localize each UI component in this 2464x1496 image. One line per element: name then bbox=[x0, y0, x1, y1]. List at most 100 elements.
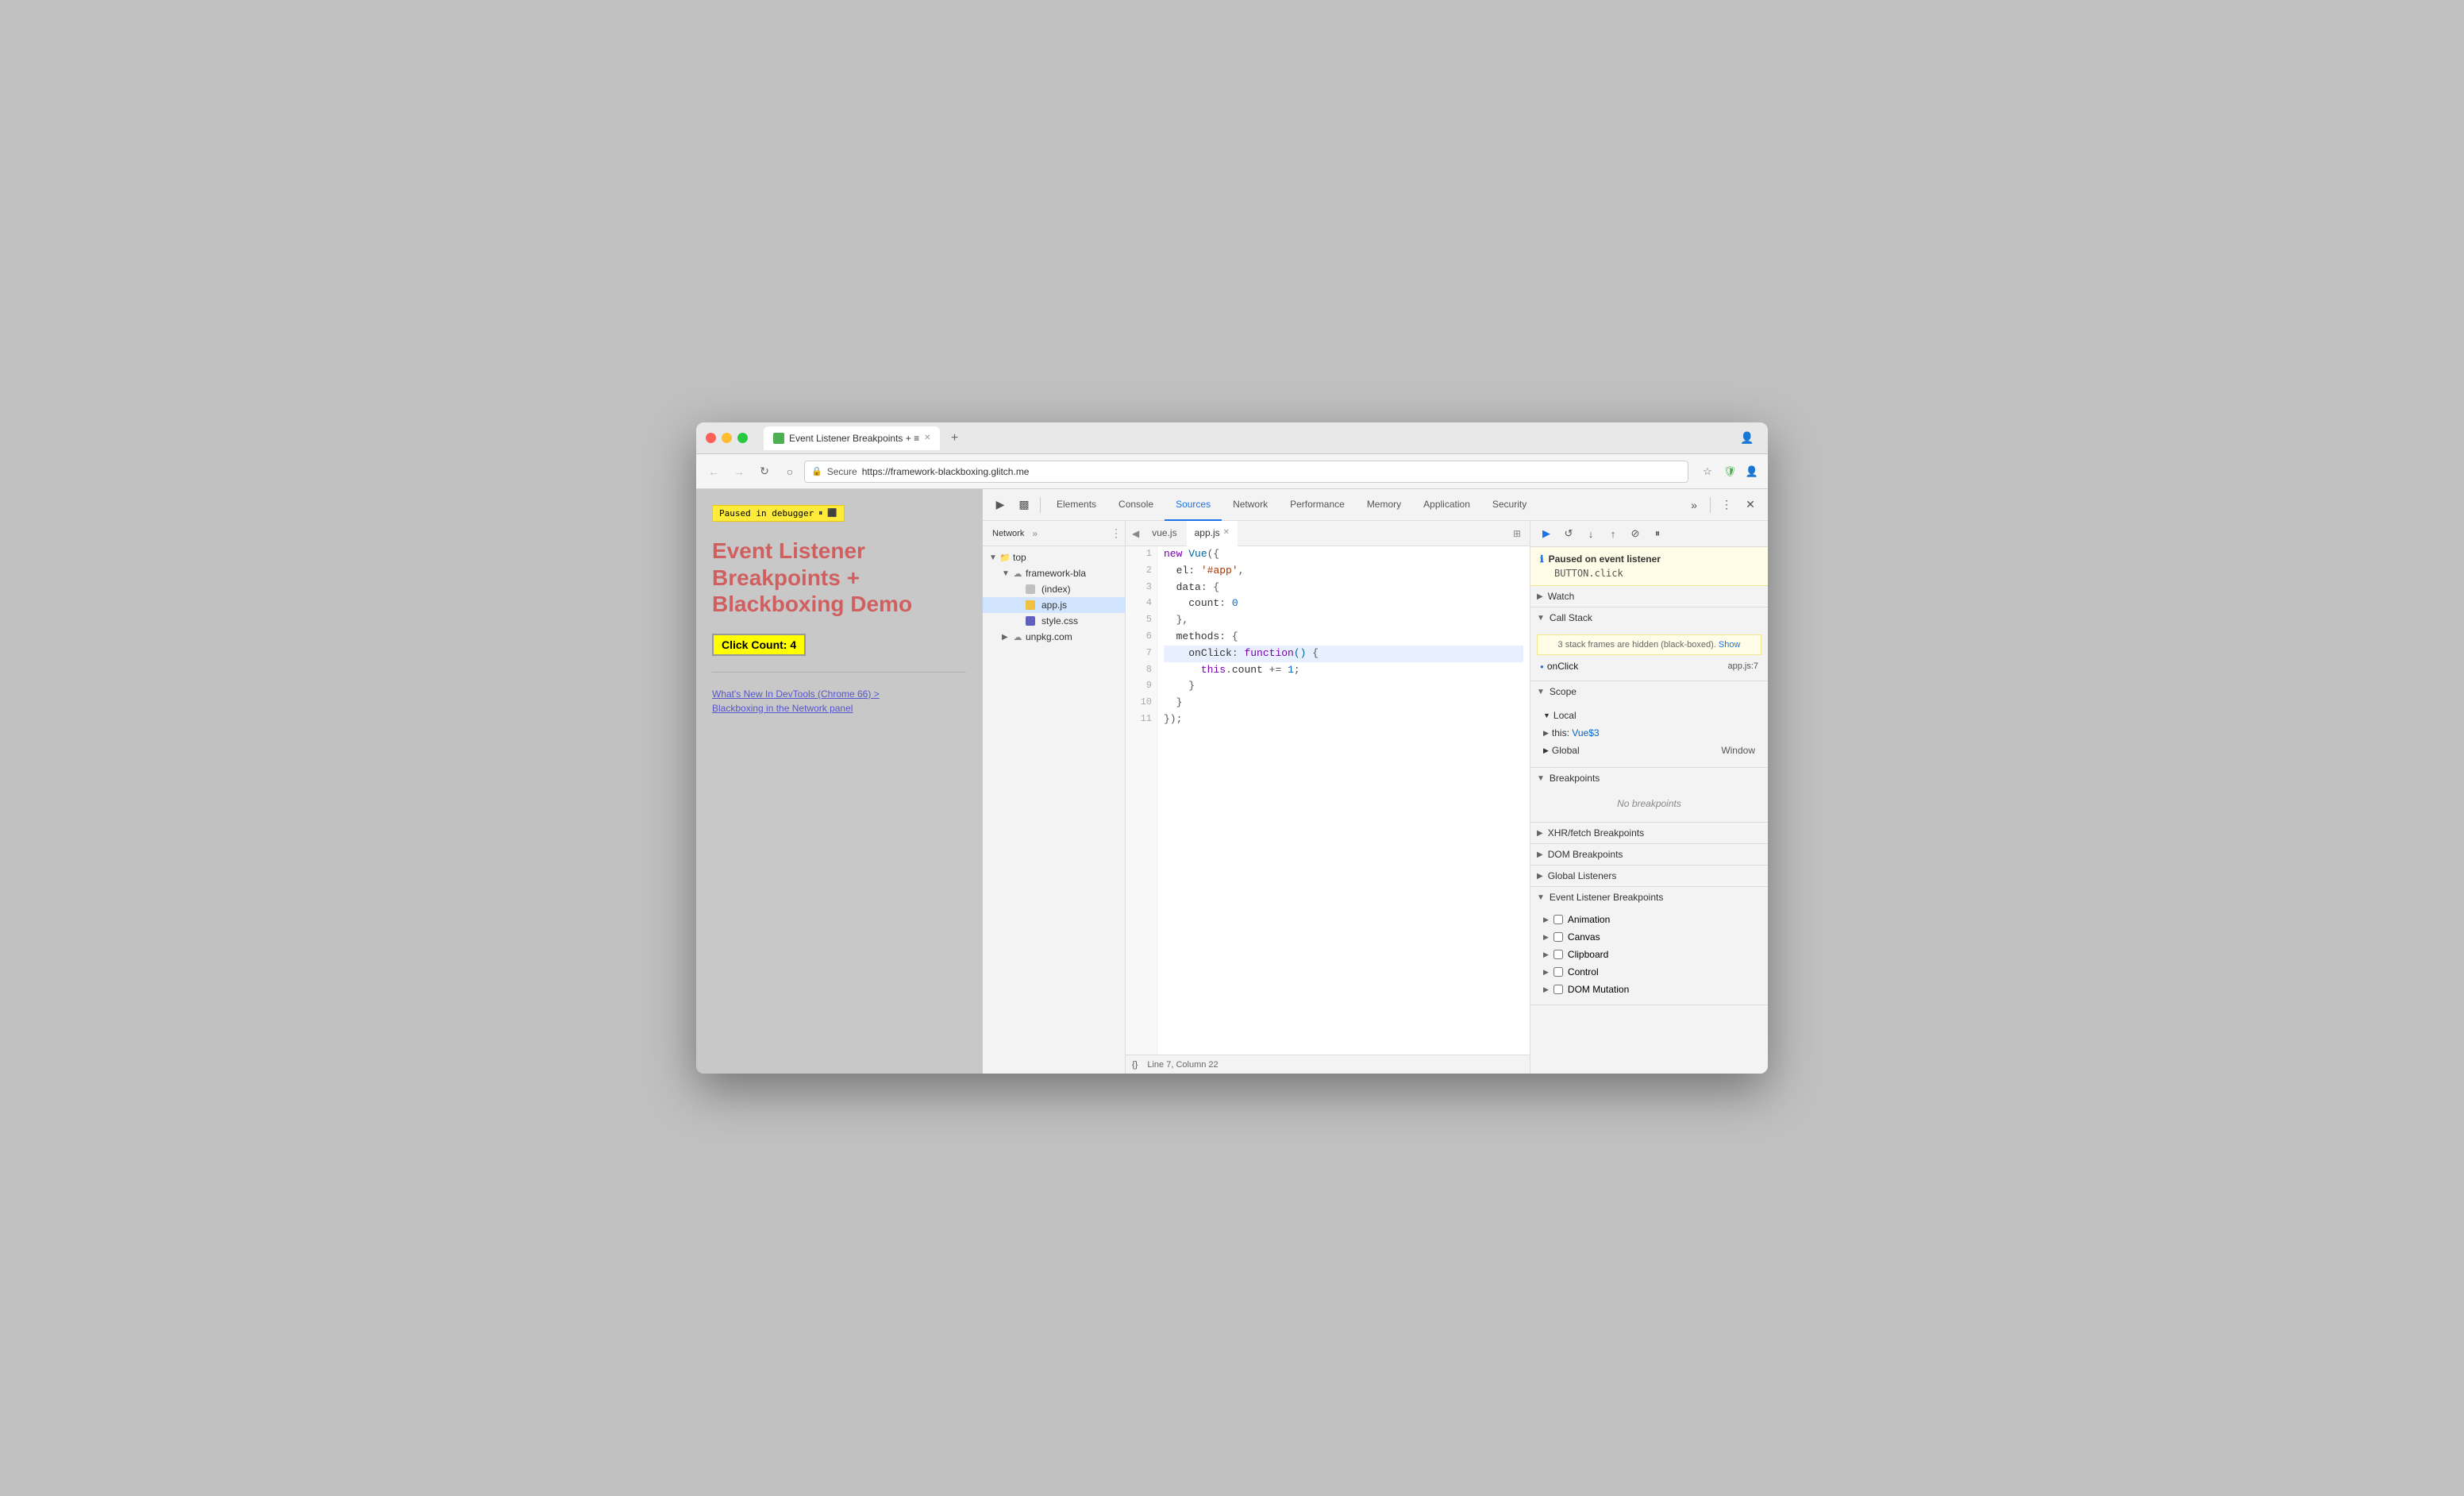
home-button[interactable]: ○ bbox=[779, 461, 801, 483]
breakpoints-arrow: ▼ bbox=[1537, 774, 1545, 783]
tab-bar: Event Listener Breakpoints + ≡ ✕ + bbox=[764, 426, 1730, 450]
scope-header[interactable]: ▼ Scope bbox=[1530, 681, 1768, 702]
tree-item-index[interactable]: (index) bbox=[983, 581, 1125, 597]
bp-control[interactable]: ▶ Control bbox=[1537, 963, 1761, 981]
tab-console[interactable]: Console bbox=[1107, 489, 1165, 521]
close-button[interactable] bbox=[706, 433, 716, 443]
extensions-icon[interactable]: 🛡 bbox=[1720, 462, 1739, 481]
folder-icon-top: 📁 bbox=[999, 551, 1011, 564]
this-scope-item[interactable]: ▶ this: Vue$3 bbox=[1537, 726, 1761, 740]
step-out-button[interactable]: ↑ bbox=[1604, 524, 1623, 543]
breakpoints-body: No breakpoints bbox=[1530, 788, 1768, 822]
format-code-icon[interactable]: {} bbox=[1132, 1060, 1138, 1070]
tree-item-top[interactable]: ▼ 📁 top bbox=[983, 549, 1125, 565]
page-links: What's New In DevTools (Chrome 66) > Bla… bbox=[712, 688, 966, 714]
watch-header[interactable]: ▶ Watch bbox=[1530, 586, 1768, 607]
file-icon-appjs bbox=[1024, 599, 1037, 611]
bp-clipboard-checkbox[interactable] bbox=[1553, 950, 1563, 959]
tab-close-icon[interactable]: ✕ bbox=[924, 434, 930, 442]
lock-icon: 🔒 bbox=[811, 466, 822, 476]
local-section-label[interactable]: ▼ Local bbox=[1537, 705, 1761, 726]
dom-header[interactable]: ▶ DOM Breakpoints bbox=[1530, 844, 1768, 865]
browser-tab-active[interactable]: Event Listener Breakpoints + ≡ ✕ bbox=[764, 426, 940, 450]
editor-tab-vuejs[interactable]: vue.js bbox=[1144, 521, 1184, 546]
pause-on-exception-icon[interactable]: ⏸ bbox=[1648, 524, 1667, 543]
dom-label: DOM Breakpoints bbox=[1548, 849, 1623, 860]
traffic-lights bbox=[706, 433, 748, 443]
xhr-header[interactable]: ▶ XHR/fetch Breakpoints bbox=[1530, 823, 1768, 843]
bp-canvas[interactable]: ▶ Canvas bbox=[1537, 928, 1761, 946]
maximize-button[interactable] bbox=[737, 433, 748, 443]
toolbar-separator bbox=[1040, 497, 1041, 513]
global-listeners-header[interactable]: ▶ Global Listeners bbox=[1530, 866, 1768, 886]
blackboxing-link[interactable]: Blackboxing in the Network panel bbox=[712, 703, 966, 714]
tab-security[interactable]: Security bbox=[1481, 489, 1538, 521]
global-value: Window bbox=[1721, 745, 1755, 756]
bookmark-icon[interactable]: ☆ bbox=[1698, 462, 1717, 481]
global-listeners-label: Global Listeners bbox=[1548, 870, 1617, 881]
no-breakpoints-text: No breakpoints bbox=[1537, 792, 1761, 815]
bp-control-checkbox[interactable] bbox=[1553, 967, 1563, 977]
file-icon-index bbox=[1024, 583, 1037, 596]
back-button[interactable]: ← bbox=[703, 461, 725, 483]
editor-tab-appjs[interactable]: app.js ✕ bbox=[1187, 521, 1238, 546]
reload-button[interactable]: ↻ bbox=[753, 461, 776, 483]
devtools-link[interactable]: What's New In DevTools (Chrome 66) > bbox=[712, 688, 966, 700]
inspect-element-icon[interactable]: ▶ bbox=[989, 494, 1011, 516]
minimize-button[interactable] bbox=[722, 433, 732, 443]
tab-sources[interactable]: Sources bbox=[1165, 489, 1222, 521]
sidebar-more-button[interactable]: » bbox=[1032, 528, 1038, 539]
resume-button[interactable]: ▶ bbox=[1537, 524, 1556, 543]
step-over-button[interactable]: ↺ bbox=[1559, 524, 1578, 543]
bp-dom-mutation[interactable]: ▶ DOM Mutation bbox=[1537, 981, 1761, 998]
close-devtools-icon[interactable]: ✕ bbox=[1739, 494, 1761, 516]
tab-application[interactable]: Application bbox=[1412, 489, 1481, 521]
cloud-icon-framework: ☁ bbox=[1011, 567, 1024, 580]
forward-button[interactable]: → bbox=[728, 461, 750, 483]
bp-canvas-arrow: ▶ bbox=[1543, 933, 1549, 942]
el-breakpoints-header[interactable]: ▼ Event Listener Breakpoints bbox=[1530, 887, 1768, 908]
bp-control-label: Control bbox=[1568, 966, 1599, 977]
tree-item-appjs[interactable]: app.js bbox=[983, 597, 1125, 613]
tree-item-stylecss[interactable]: style.css bbox=[983, 613, 1125, 629]
xhr-label: XHR/fetch Breakpoints bbox=[1548, 827, 1644, 839]
divider bbox=[712, 672, 966, 673]
tab-memory[interactable]: Memory bbox=[1356, 489, 1412, 521]
bp-clipboard[interactable]: ▶ Clipboard bbox=[1537, 946, 1761, 963]
settings-icon[interactable]: ⋮ bbox=[1715, 494, 1738, 516]
user-icon[interactable]: 👤 bbox=[1742, 462, 1761, 481]
close-tab-appjs-icon[interactable]: ✕ bbox=[1223, 528, 1230, 537]
address-input[interactable]: 🔒 Secure https://framework-blackboxing.g… bbox=[804, 461, 1688, 483]
breakpoints-header[interactable]: ▼ Breakpoints bbox=[1530, 768, 1768, 788]
step-into-button[interactable]: ↓ bbox=[1581, 524, 1600, 543]
tree-item-framework[interactable]: ▼ ☁ framework-bla bbox=[983, 565, 1125, 581]
bp-dom-mutation-checkbox[interactable] bbox=[1553, 985, 1563, 994]
tab-network[interactable]: Network bbox=[1222, 489, 1279, 521]
code-lines[interactable]: new Vue({ el: '#app', data: { count: 0 }… bbox=[1157, 546, 1530, 1055]
bp-animation[interactable]: ▶ Animation bbox=[1537, 911, 1761, 928]
more-tabs-button[interactable]: » bbox=[1683, 494, 1705, 516]
click-count-badge[interactable]: Click Count: 4 bbox=[712, 634, 806, 656]
tab-elements[interactable]: Elements bbox=[1045, 489, 1107, 521]
global-section-label[interactable]: ▶ Global Window bbox=[1537, 740, 1761, 761]
callstack-header[interactable]: ▼ Call Stack bbox=[1530, 607, 1768, 628]
tab-performance[interactable]: Performance bbox=[1279, 489, 1356, 521]
format-icon[interactable]: ⊞ bbox=[1507, 524, 1527, 543]
sidebar-tab-network[interactable]: Network bbox=[986, 526, 1030, 542]
callstack-item[interactable]: onClick app.js:7 bbox=[1537, 658, 1761, 674]
scope-body: ▼ Local ▶ this: Vue$3 ▶ Global Window bbox=[1530, 702, 1768, 767]
sidebar-menu-icon[interactable]: ⋮ bbox=[1111, 526, 1122, 540]
bp-animation-checkbox[interactable] bbox=[1553, 915, 1563, 924]
device-toolbar-icon[interactable]: ▩ bbox=[1013, 494, 1035, 516]
code-line-3: data: { bbox=[1164, 580, 1523, 596]
tree-item-unpkg[interactable]: ▶ ☁ unpkg.com bbox=[983, 629, 1125, 645]
new-tab-button[interactable]: + bbox=[943, 427, 965, 449]
deactivate-breakpoints-icon[interactable]: ⊘ bbox=[1626, 524, 1645, 543]
sources-sidebar: Network » ⋮ ▼ 📁 top ▼ bbox=[983, 521, 1126, 1074]
bp-canvas-checkbox[interactable] bbox=[1553, 932, 1563, 942]
callstack-show-link[interactable]: Show bbox=[1719, 640, 1741, 650]
account-icon[interactable]: 👤 bbox=[1736, 427, 1758, 449]
watch-section: ▶ Watch bbox=[1530, 586, 1768, 607]
tree-label-top: top bbox=[1013, 552, 1026, 563]
nav-prev-icon[interactable]: ◀ bbox=[1129, 526, 1142, 541]
